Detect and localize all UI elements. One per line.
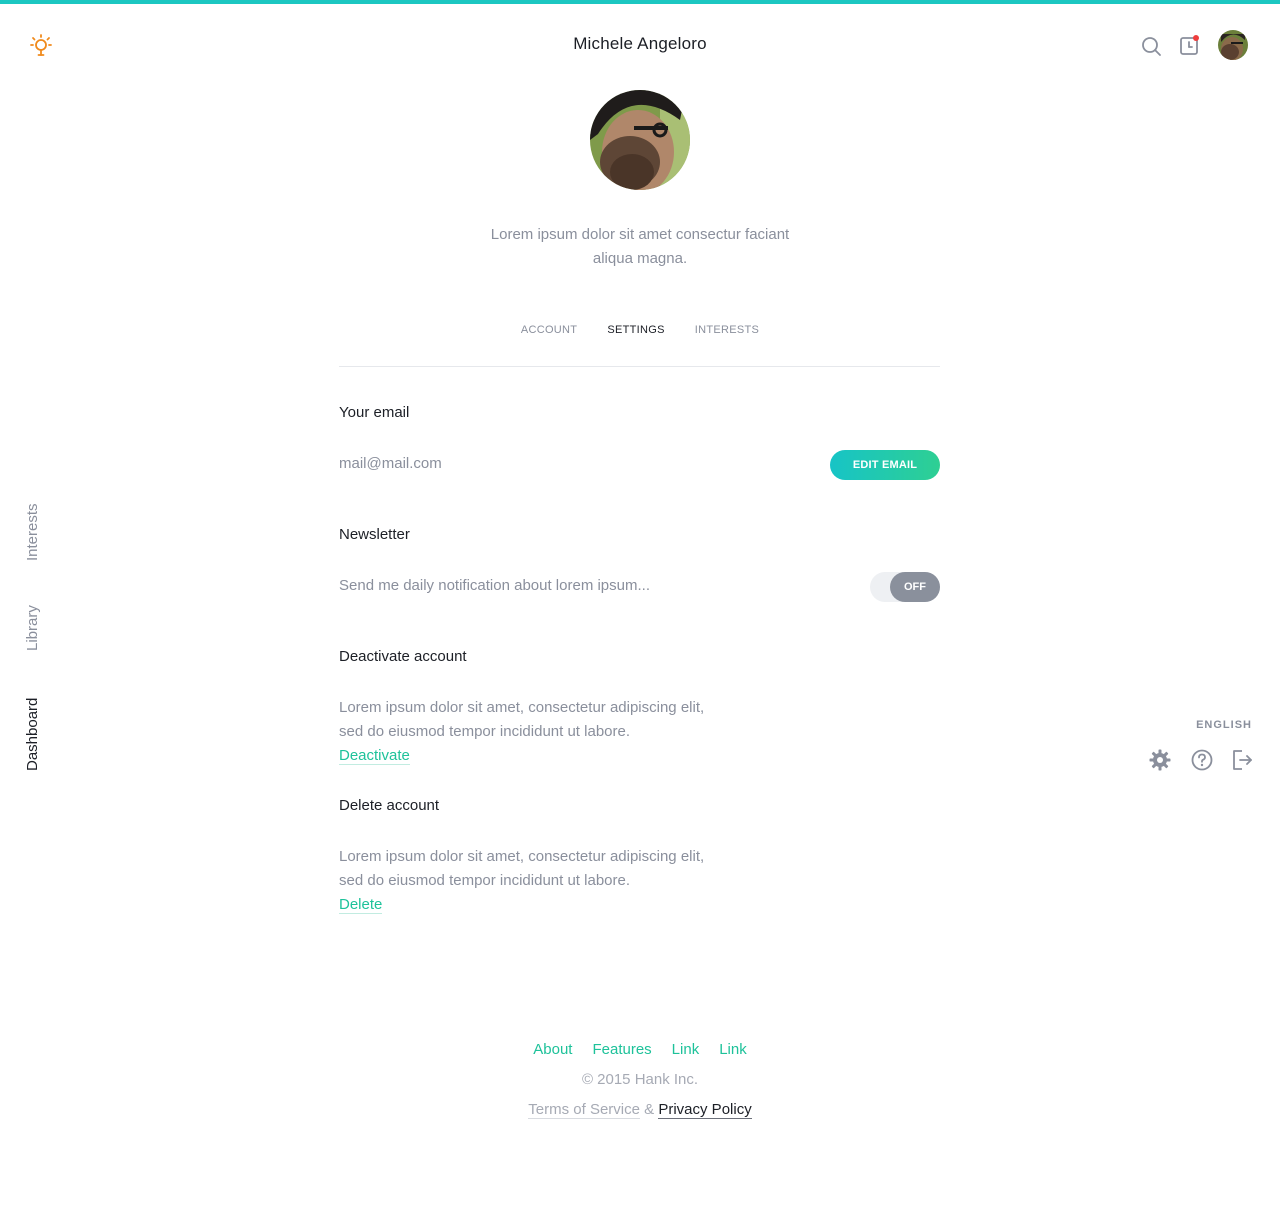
- deactivate-section-title: Deactivate account: [339, 648, 467, 665]
- privacy-policy-link[interactable]: Privacy Policy: [658, 1101, 752, 1119]
- deactivate-link[interactable]: Deactivate: [339, 747, 410, 765]
- deactivate-line-2: sed do eiusmod tempor incididunt ut labo…: [339, 723, 631, 740]
- profile-tabs: ACCOUNT SETTINGS INTERESTS: [0, 324, 1280, 336]
- top-accent-bar: [0, 0, 1280, 4]
- footer-link-features[interactable]: Features: [592, 1041, 651, 1058]
- terms-of-service-link[interactable]: Terms of Service: [528, 1101, 640, 1119]
- sidebar-item-library[interactable]: Library: [24, 605, 41, 651]
- tab-interests[interactable]: INTERESTS: [695, 324, 759, 336]
- legal-links: Terms of Service & Privacy Policy: [0, 1101, 1280, 1119]
- tab-settings[interactable]: SETTINGS: [607, 324, 664, 336]
- avatar[interactable]: [1218, 30, 1248, 60]
- help-icon[interactable]: [1190, 748, 1214, 772]
- language-selector[interactable]: ENGLISH: [1140, 719, 1252, 731]
- footer-links: About Features Link Link: [0, 1041, 1280, 1058]
- profile-avatar: [590, 90, 690, 190]
- deactivate-description: Lorem ipsum dolor sit amet, consectetur …: [339, 696, 704, 768]
- legal-separator: &: [644, 1101, 655, 1118]
- page-title: Michele Angeloro: [573, 34, 707, 53]
- profile-bio: Lorem ipsum dolor sit amet consectur fac…: [490, 226, 790, 267]
- toggle-state-label: OFF: [890, 572, 940, 602]
- email-value: mail@mail.com: [339, 455, 442, 472]
- newsletter-toggle[interactable]: OFF: [870, 572, 940, 602]
- delete-description: Lorem ipsum dolor sit amet, consectetur …: [339, 845, 704, 917]
- sidebar-item-dashboard[interactable]: Dashboard: [24, 698, 41, 771]
- deactivate-line-1: Lorem ipsum dolor sit amet, consectetur …: [339, 699, 705, 716]
- tabs-divider: [339, 366, 940, 367]
- edit-email-button[interactable]: EDIT EMAIL: [830, 450, 940, 480]
- search-icon[interactable]: [1140, 35, 1162, 57]
- newsletter-section-title: Newsletter: [339, 526, 410, 543]
- newsletter-description: Send me daily notification about lorem i…: [339, 577, 650, 594]
- delete-section-title: Delete account: [339, 797, 440, 814]
- delete-line-2: sed do eiusmod tempor incididunt ut labo…: [339, 872, 631, 889]
- delete-link[interactable]: Delete: [339, 896, 383, 914]
- sidebar-item-interests[interactable]: Interests: [24, 503, 41, 561]
- footer-link-about[interactable]: About: [533, 1041, 572, 1058]
- delete-line-1: Lorem ipsum dolor sit amet, consectetur …: [339, 848, 705, 865]
- tab-account[interactable]: ACCOUNT: [521, 324, 578, 336]
- footer-link-link-1[interactable]: Link: [672, 1041, 700, 1058]
- logout-icon[interactable]: [1231, 748, 1255, 772]
- copyright: © 2015 Hank Inc.: [581, 1071, 699, 1088]
- gear-icon[interactable]: [1148, 748, 1172, 772]
- notification-icon[interactable]: [1179, 35, 1201, 57]
- notification-badge: [1193, 35, 1199, 41]
- email-section-title: Your email: [339, 404, 410, 421]
- footer-link-link-2[interactable]: Link: [719, 1041, 747, 1058]
